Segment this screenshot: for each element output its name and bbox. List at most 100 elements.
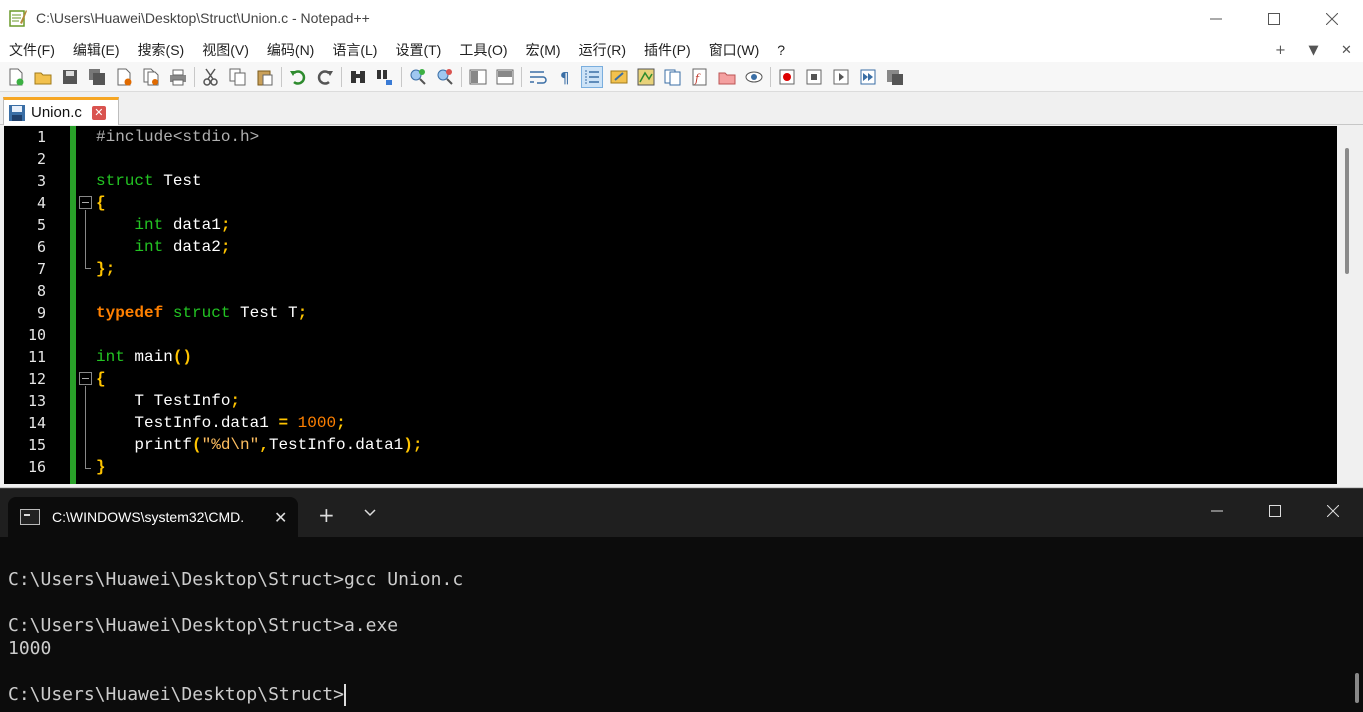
menu-run[interactable]: 运行(R): [570, 40, 635, 60]
menu-view[interactable]: 视图(V): [193, 40, 258, 60]
keyword: struct: [96, 172, 154, 190]
new-tab-plus-icon[interactable]: +: [318, 503, 335, 527]
code-line: {: [96, 192, 106, 214]
terminal-line: C:\Users\Huawei\Desktop\Struct>a.exe: [8, 615, 399, 636]
code-text-span: main: [124, 348, 173, 366]
indent-guide-icon: [585, 69, 599, 84]
terminal-tab-close-icon[interactable]: ✕: [274, 508, 287, 527]
sync-vertical-button[interactable]: [467, 66, 489, 88]
close-doc-button[interactable]: ✕: [1330, 43, 1363, 58]
terminal-output[interactable]: C:\Users\Huawei\Desktop\Struct>gcc Union…: [0, 537, 1363, 712]
macro-stop-button[interactable]: [803, 66, 825, 88]
doc-list-button[interactable]: [662, 66, 684, 88]
show-all-chars-button[interactable]: ¶: [554, 66, 576, 88]
redo-button[interactable]: [314, 66, 336, 88]
menu-plugins[interactable]: 插件(P): [635, 40, 700, 60]
fold-toggle-main[interactable]: [79, 372, 92, 385]
save-button[interactable]: [59, 66, 81, 88]
macro-save-button[interactable]: [884, 66, 906, 88]
terminal-close-button[interactable]: [1304, 489, 1362, 533]
menu-macro[interactable]: 宏(M): [517, 40, 570, 60]
macro-play-button[interactable]: [830, 66, 852, 88]
macro-run-multiple-button[interactable]: [857, 66, 879, 88]
brace: {: [96, 194, 106, 212]
terminal-tab[interactable]: C:\WINDOWS\system32\CMD. ✕: [8, 497, 298, 537]
find-button[interactable]: [347, 66, 369, 88]
close-all-button[interactable]: [140, 66, 162, 88]
fold-end-marker: [85, 268, 91, 269]
number-literal: 1000: [297, 414, 337, 432]
indent-guide-button[interactable]: [581, 65, 603, 88]
line-number: 2: [36, 150, 46, 168]
code-line: int data2;: [96, 236, 230, 258]
terminal-prompt-line[interactable]: C:\Users\Huawei\Desktop\Struct>: [8, 684, 346, 706]
svg-text:¶: ¶: [560, 69, 570, 86]
menu-tools[interactable]: 工具(O): [450, 40, 516, 60]
new-file-button[interactable]: [5, 66, 27, 88]
doc-map-button[interactable]: [635, 66, 657, 88]
semicolon: ;: [220, 216, 231, 234]
undo-button[interactable]: [287, 66, 309, 88]
code-text-span: Test: [153, 172, 202, 190]
cut-button[interactable]: [200, 66, 222, 88]
terminal-maximize-button[interactable]: [1246, 489, 1304, 533]
menu-window[interactable]: 窗口(W): [700, 40, 769, 60]
scrollbar-thumb[interactable]: [1345, 148, 1349, 274]
macro-record-button[interactable]: [776, 66, 798, 88]
function-list-button[interactable]: f: [689, 66, 711, 88]
semicolon: ;: [336, 414, 346, 432]
udl-button[interactable]: [608, 66, 630, 88]
fold-toggle-struct[interactable]: [79, 196, 92, 209]
editor-vertical-scrollbar[interactable]: [1337, 126, 1359, 484]
open-file-button[interactable]: [32, 66, 54, 88]
folder-workspace-button[interactable]: [716, 66, 738, 88]
semicolon: ;: [220, 238, 231, 256]
menu-help[interactable]: ?: [768, 42, 794, 58]
code-line: }: [96, 456, 106, 478]
toolbar-separator: [194, 66, 195, 87]
keyword: int: [134, 238, 164, 256]
copy-button[interactable]: [227, 66, 249, 88]
menu-encoding[interactable]: 编码(N): [258, 40, 323, 60]
terminal-scrollbar-thumb[interactable]: [1355, 673, 1359, 703]
line-number: 10: [27, 326, 46, 344]
terminal-minimize-button[interactable]: [1188, 489, 1246, 533]
menu-language[interactable]: 语言(L): [323, 40, 386, 60]
chevron-down-icon[interactable]: [364, 505, 376, 521]
menu-edit[interactable]: 编辑(E): [64, 40, 129, 60]
menu-search[interactable]: 搜索(S): [129, 40, 194, 60]
terminal-line: C:\Users\Huawei\Desktop\Struct>gcc Union…: [8, 569, 464, 590]
close-file-button[interactable]: [113, 66, 135, 88]
doc-map-icon: [637, 68, 655, 85]
notepadpp-window: C:\Users\Huawei\Desktop\Struct\Union.c -…: [0, 0, 1363, 488]
print-button[interactable]: [167, 66, 189, 88]
close-icon: [1326, 13, 1338, 25]
code-text[interactable]: #include<stdio.h> struct Test { int data…: [96, 126, 1337, 484]
paste-icon: [257, 70, 273, 85]
tab-close-icon[interactable]: ✕: [91, 105, 106, 120]
sync-horizontal-button[interactable]: [494, 66, 516, 88]
menu-bar: 文件(F) 编辑(E) 搜索(S) 视图(V) 编码(N) 语言(L) 设置(T…: [0, 38, 1363, 62]
tab-union-c[interactable]: Union.c ✕: [3, 97, 119, 125]
new-doc-plus-button[interactable]: +: [1264, 43, 1297, 58]
monitoring-button[interactable]: [743, 66, 765, 88]
close-button[interactable]: [1303, 0, 1361, 38]
keyword: struct: [172, 304, 231, 322]
code-editor[interactable]: 1 2 3 4 5 6 7 8 9 10 11 12 13 14 15 16 #…: [4, 126, 1337, 484]
save-macro-icon: [887, 69, 903, 85]
fold-line: [85, 386, 86, 468]
paste-button[interactable]: [254, 66, 276, 88]
fold-end-marker: [85, 468, 91, 469]
toolbar-separator: [770, 66, 771, 87]
word-wrap-button[interactable]: [527, 66, 549, 88]
menu-file[interactable]: 文件(F): [0, 40, 64, 60]
replace-button[interactable]: [374, 66, 396, 88]
save-all-button[interactable]: [86, 66, 108, 88]
zoom-out-button[interactable]: [434, 66, 456, 88]
maximize-button[interactable]: [1245, 0, 1303, 38]
code-line: printf("%d\n",TestInfo.data1);: [96, 434, 422, 456]
tab-list-dropdown-button[interactable]: ▼: [1297, 43, 1330, 58]
menu-settings[interactable]: 设置(T): [386, 40, 450, 60]
zoom-in-button[interactable]: [407, 66, 429, 88]
minimize-button[interactable]: [1187, 0, 1245, 38]
